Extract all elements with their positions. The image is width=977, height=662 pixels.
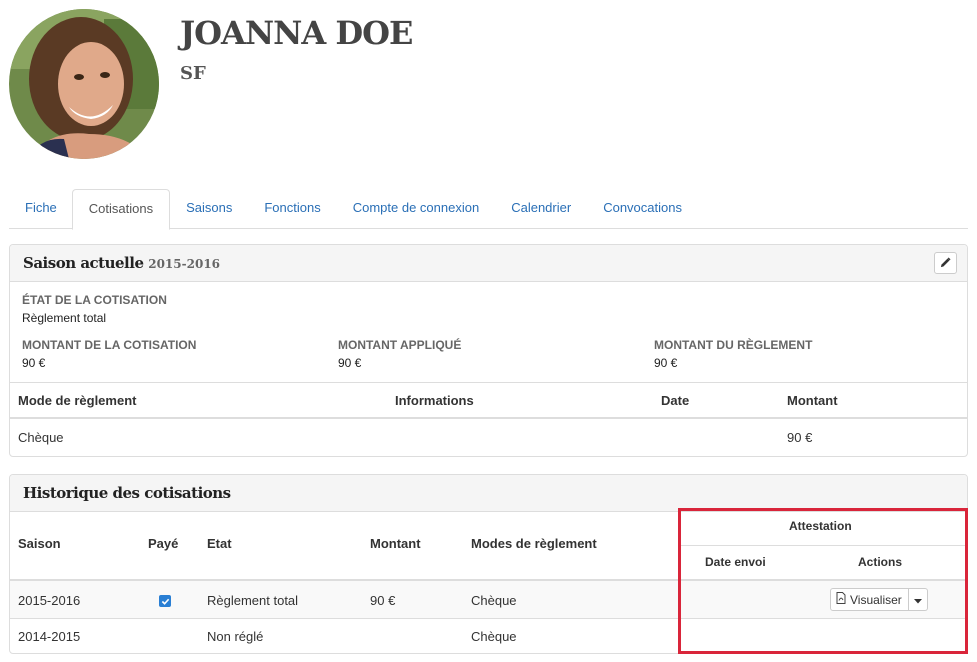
tab-saisons[interactable]: Saisons xyxy=(170,189,248,229)
history-saison: 2015-2016 xyxy=(18,593,81,608)
tab-convocations[interactable]: Convocations xyxy=(587,189,698,229)
field-label-cotisation: MONTANT DE LA COTISATION xyxy=(22,338,197,352)
tab-calendrier[interactable]: Calendrier xyxy=(495,189,587,229)
history-header-paye: Payé xyxy=(148,536,179,551)
history-etat: Règlement total xyxy=(207,593,299,608)
field-label-applique: MONTANT APPLIQUÉ xyxy=(338,338,462,352)
history-montant: 90 € xyxy=(370,593,396,608)
current-season-header: Saison actuelle 2015-2016 xyxy=(10,245,967,282)
status-label: ÉTAT DE LA COTISATION xyxy=(22,293,167,307)
pdf-file-icon xyxy=(836,592,850,607)
history-header-attestation: Attestation xyxy=(789,519,852,533)
visualiser-label: Visualiser xyxy=(850,592,902,607)
table-row: 2015-2016 Règlement total 90 € Chèque xyxy=(10,579,967,618)
visualiser-button[interactable]: Visualiser xyxy=(830,588,909,611)
current-season-title: Saison actuelle 2015-2016 xyxy=(23,254,220,272)
profile-name: JOANNA DOE xyxy=(180,14,413,52)
profile-photo xyxy=(9,9,159,159)
current-season-year: 2015-2016 xyxy=(148,257,221,271)
current-season-title-text: Saison actuelle xyxy=(23,254,144,272)
field-value-cotisation: 90 € xyxy=(22,356,46,370)
tab-fonctions[interactable]: Fonctions xyxy=(248,189,336,229)
history-header-etat: Etat xyxy=(207,536,232,551)
attestation-divider xyxy=(680,545,967,546)
tab-fiche[interactable]: Fiche xyxy=(9,189,72,229)
history-modes: Chèque xyxy=(471,593,517,608)
profile-subtitle: SF xyxy=(180,63,206,84)
history-modes: Chèque xyxy=(471,629,517,644)
table-row: 2014-2015 Non réglé Chèque xyxy=(10,618,967,654)
field-value-applique: 90 € xyxy=(338,356,362,370)
history-header-saison: Saison xyxy=(18,536,61,551)
history-title: Historique des cotisations xyxy=(23,484,231,502)
payments-header-row: Mode de règlement Informations Date Mont… xyxy=(10,382,967,419)
current-season-panel: Saison actuelle 2015-2016 ÉTAT DE LA COT… xyxy=(9,244,968,457)
caret-down-icon xyxy=(913,592,922,607)
field-value-reglement: 90 € xyxy=(654,356,678,370)
status-value: Règlement total xyxy=(22,311,107,325)
tab-compte-de-connexion[interactable]: Compte de connexion xyxy=(337,189,495,229)
tab-cotisations[interactable]: Cotisations xyxy=(71,189,171,230)
history-etat: Non réglé xyxy=(207,629,264,644)
history-header-modes: Modes de règlement xyxy=(471,536,597,551)
history-header-actions: Actions xyxy=(858,555,903,569)
pencil-icon xyxy=(940,256,951,271)
visualiser-dropdown-toggle[interactable] xyxy=(908,588,928,611)
table-row: Chèque 90 € xyxy=(10,420,967,456)
payment-mode: Chèque xyxy=(18,430,64,445)
payments-header-date: Date xyxy=(661,393,690,408)
payments-header-mode: Mode de règlement xyxy=(18,393,137,408)
field-label-reglement: MONTANT DU RÈGLEMENT xyxy=(654,338,813,352)
history-header: Historique des cotisations xyxy=(10,475,967,512)
history-panel: Historique des cotisations Saison Payé E… xyxy=(9,474,968,654)
visualiser-button-group: Visualiser xyxy=(830,588,928,611)
payment-montant: 90 € xyxy=(787,430,813,445)
paid-checkbox[interactable] xyxy=(159,595,171,607)
history-header-montant: Montant xyxy=(370,536,421,551)
payments-header-informations: Informations xyxy=(395,393,474,408)
payments-header-montant: Montant xyxy=(787,393,838,408)
history-header-date-envoi: Date envoi xyxy=(705,555,766,569)
tab-bar: Fiche Cotisations Saisons Fonctions Comp… xyxy=(9,189,968,230)
edit-button[interactable] xyxy=(934,252,957,274)
history-saison: 2014-2015 xyxy=(18,629,81,644)
